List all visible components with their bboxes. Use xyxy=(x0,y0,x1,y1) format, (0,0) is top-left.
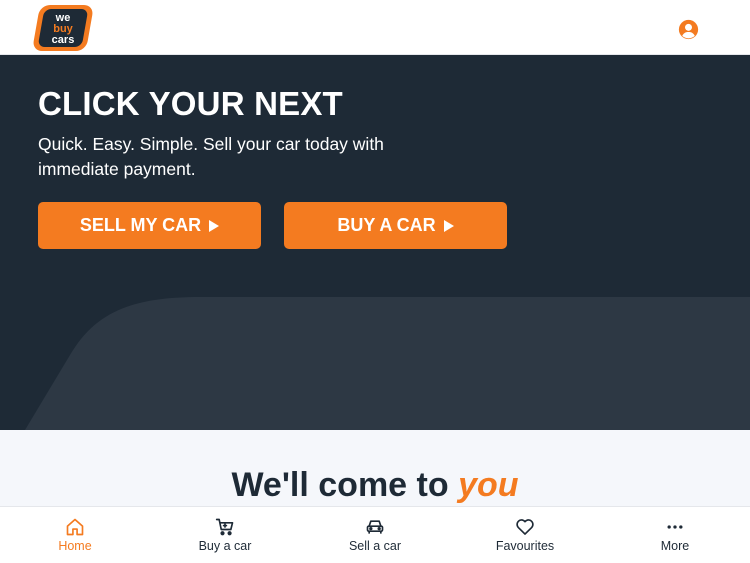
hero-subline: Quick. Easy. Simple. Sell your car today… xyxy=(38,134,384,179)
nav-more[interactable]: More xyxy=(600,507,750,563)
nav-favourites[interactable]: Favourites xyxy=(450,507,600,563)
section-title-main: We'll come to xyxy=(231,466,459,504)
section-title-accent: you xyxy=(458,466,519,504)
nav-home[interactable]: Home xyxy=(0,507,150,563)
nav-label: Home xyxy=(58,539,92,553)
nav-label: Buy a car xyxy=(198,539,252,553)
cart-icon xyxy=(215,518,234,536)
nav-label: More xyxy=(660,539,690,553)
heart-icon xyxy=(516,519,534,535)
play-arrow-icon xyxy=(443,219,454,232)
car-icon xyxy=(366,520,384,534)
sell-my-car-label: SELL MY CAR xyxy=(79,215,202,235)
nav-buy-a-car[interactable]: Buy a car xyxy=(150,507,300,563)
bottom-navigation: Home Buy a car Sell a car Favourites Mor… xyxy=(0,506,750,563)
home-icon xyxy=(66,518,84,536)
more-icon xyxy=(667,525,683,529)
top-bar: we buy cars xyxy=(0,0,750,55)
buy-a-car-label: BUY A CAR xyxy=(337,215,436,235)
user-circle-icon[interactable] xyxy=(678,19,699,40)
hero-headline: CLICK YOUR NEXT xyxy=(38,85,343,122)
come-to-you-section: We'll come to you xyxy=(0,430,750,506)
nav-label: Sell a car xyxy=(348,539,402,553)
nav-label: Favourites xyxy=(495,539,555,553)
buy-a-car-button[interactable]: BUY A CAR xyxy=(284,202,507,249)
logo-text-line: cars xyxy=(51,34,75,46)
hero-banner: CLICK YOUR NEXT Quick. Easy. Simple. Sel… xyxy=(0,55,750,430)
nav-sell-a-car[interactable]: Sell a car xyxy=(300,507,450,563)
we-buy-cars-logo[interactable]: we buy cars xyxy=(31,5,95,51)
section-title: We'll come to you xyxy=(0,466,750,505)
sell-my-car-button[interactable]: SELL MY CAR xyxy=(38,202,261,249)
play-arrow-icon xyxy=(209,219,220,232)
